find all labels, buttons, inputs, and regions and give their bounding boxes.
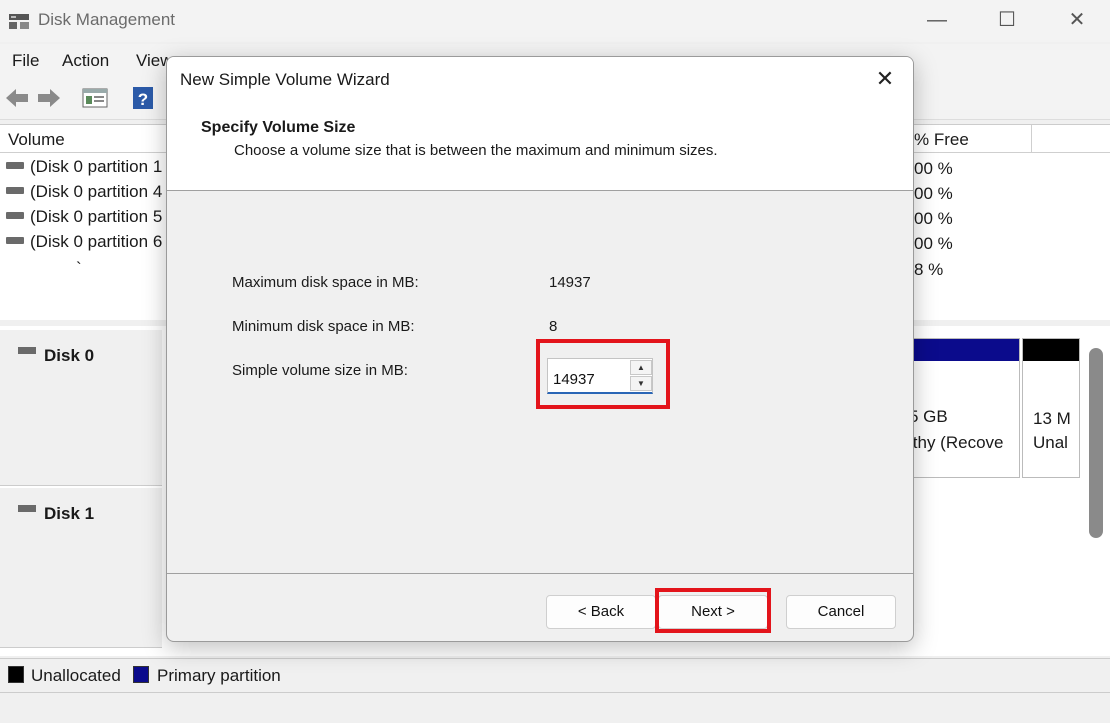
primary-partition-bar [907, 339, 1019, 361]
menu-file[interactable]: File [12, 51, 39, 71]
dialog-close-button[interactable]: ✕ [865, 63, 905, 95]
volume-row[interactable]: (Disk 0 partition 1 [0, 157, 170, 182]
back-arrow-icon[interactable] [2, 84, 32, 112]
forward-arrow-icon[interactable] [34, 84, 64, 112]
volume-row[interactable]: (Disk 0 partition 5 [0, 207, 170, 232]
partition-size: 13 M [1033, 409, 1071, 428]
min-space-value: 8 [549, 318, 558, 335]
help-icon[interactable]: ? [128, 84, 158, 112]
partition-recovery[interactable]: 5 GB lthy (Recove [906, 338, 1020, 478]
min-space-label: Minimum disk space in MB: [232, 318, 415, 335]
volume-row[interactable]: (Disk 0 partition 4 [0, 182, 170, 207]
volume-name: (Disk 0 partition 5 [30, 207, 163, 226]
cancel-button[interactable]: Cancel [786, 595, 896, 629]
drive-icon [6, 237, 24, 245]
max-space-label: Maximum disk space in MB: [232, 274, 419, 291]
disk-management-app-icon [9, 14, 29, 29]
wizard-header: Specify Volume Size Choose a volume size… [167, 101, 913, 191]
wizard-heading: Specify Volume Size [201, 119, 356, 136]
status-bar [0, 692, 1110, 723]
unallocated-bar [1023, 339, 1079, 361]
volume-name: (Disk 0 partition 6 [30, 232, 163, 251]
disk-icon [18, 505, 36, 513]
partition-status: Unal [1033, 433, 1068, 452]
drive-icon [6, 212, 24, 220]
minimize-button[interactable]: — [909, 6, 965, 36]
column-header-volume[interactable]: Volume [0, 125, 180, 153]
new-simple-volume-wizard: New Simple Volume Wizard ✕ Specify Volum… [166, 56, 914, 642]
max-space-value: 14937 [549, 274, 591, 291]
volume-size-label: Simple volume size in MB: [232, 362, 408, 379]
partition-status: lthy (Recove [909, 433, 1004, 452]
partition-size: 5 GB [909, 407, 948, 426]
dialog-title-bar: New Simple Volume Wizard ✕ [167, 57, 913, 101]
properties-pane-icon[interactable] [80, 84, 110, 112]
free-percent: 00 % [914, 209, 953, 228]
maximize-button[interactable]: ☐ [979, 6, 1035, 36]
svg-text:?: ? [138, 90, 148, 109]
drive-icon [6, 162, 24, 170]
volume-name: (Disk 0 partition 4 [30, 182, 163, 201]
drive-icon [6, 187, 24, 195]
back-button[interactable]: < Back [546, 595, 656, 629]
free-percent: 00 % [914, 184, 953, 203]
size-field-highlight [536, 339, 670, 409]
legend-label-primary: Primary partition [157, 666, 281, 685]
legend-label-unallocated: Unallocated [31, 666, 121, 685]
disk-icon [18, 347, 36, 355]
legend-swatch-primary [133, 666, 149, 683]
window-title: Disk Management [38, 10, 176, 29]
volume-name: (Disk 0 partition 1 [30, 157, 163, 176]
volume-row[interactable]: ` [76, 259, 96, 284]
disk-0-label[interactable]: Disk 0 [0, 330, 162, 486]
title-bar: Disk Management — ☐ ✕ [0, 0, 1110, 42]
free-percent: 00 % [914, 234, 953, 253]
legend: Unallocated Primary partition [0, 658, 1110, 690]
column-header-empty [1032, 125, 1110, 153]
free-percent: 00 % [914, 159, 953, 178]
menu-action[interactable]: Action [62, 51, 109, 71]
vertical-scrollbar[interactable] [1089, 348, 1103, 538]
dialog-title: New Simple Volume Wizard [180, 70, 390, 89]
disk-1-label[interactable]: Disk 1 [0, 488, 162, 648]
close-window-button[interactable]: ✕ [1049, 6, 1105, 36]
footer-divider [167, 573, 913, 574]
wizard-subheading: Choose a volume size that is between the… [234, 142, 718, 159]
next-button-highlight [655, 588, 771, 633]
free-percent: 8 % [914, 260, 944, 279]
legend-swatch-unallocated [8, 666, 24, 683]
volume-row[interactable]: (Disk 0 partition 6 [0, 232, 170, 257]
column-header-free[interactable]: % Free [906, 125, 1032, 153]
partition-unallocated[interactable]: 13 M Unal [1022, 338, 1080, 478]
